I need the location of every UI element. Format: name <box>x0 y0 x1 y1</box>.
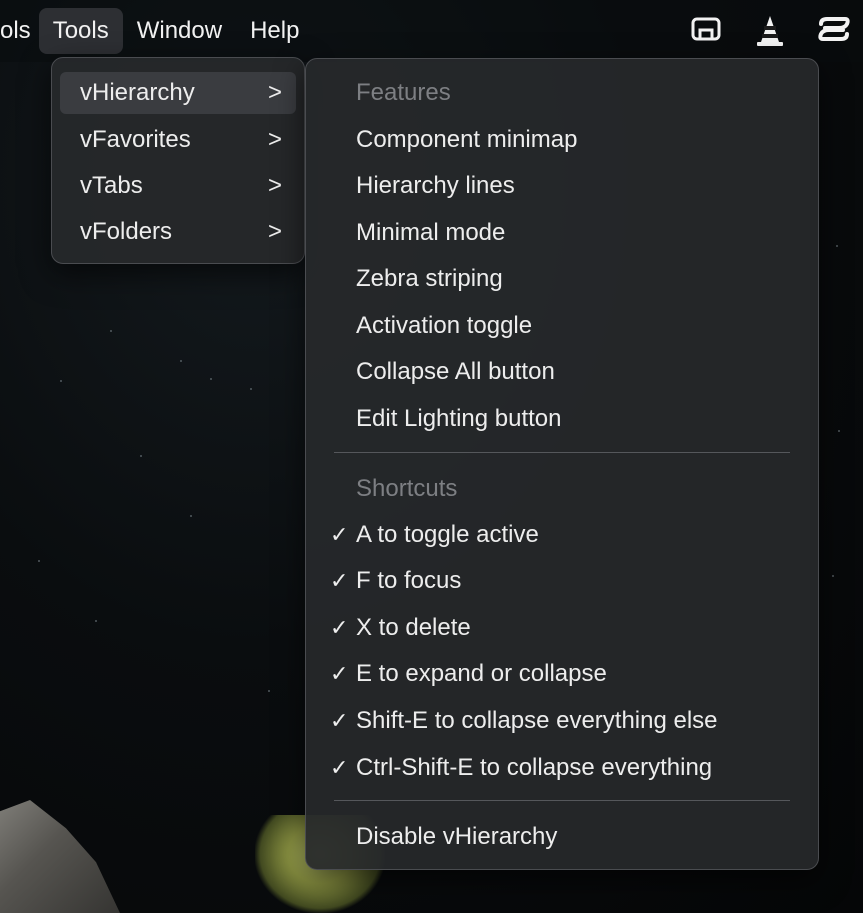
menu-tools[interactable]: Tools <box>38 8 123 54</box>
features-header: Features <box>356 79 451 106</box>
menu-item-label: vHierarchy <box>80 79 195 106</box>
tools-item-vtabs[interactable]: vTabs > <box>60 165 296 207</box>
feature-collapse-all-button[interactable]: Collapse All button <box>318 351 806 393</box>
shortcut-collapse-everything[interactable]: ✓ Ctrl-Shift-E to collapse everything <box>318 747 806 789</box>
shortcut-label: Ctrl-Shift-E to collapse everything <box>356 754 713 781</box>
checkmark-icon: ✓ <box>330 615 349 640</box>
shortcuts-header: Shortcuts <box>356 475 458 502</box>
shortcut-label: X to delete <box>356 614 471 641</box>
menu-separator <box>334 800 790 801</box>
menu-tools-clipped[interactable]: ols <box>0 8 39 54</box>
chevron-right-icon: > <box>267 79 282 106</box>
menu-help[interactable]: Help <box>236 8 313 54</box>
tools-dropdown: vHierarchy > vFavorites > vTabs > vFolde… <box>51 57 305 264</box>
shortcut-toggle-active[interactable]: ✓ A to toggle active <box>318 514 806 556</box>
checkmark-icon: ✓ <box>330 661 349 686</box>
menu-bar: ols Tools Window Help <box>0 0 863 62</box>
tools-item-vfolders[interactable]: vFolders > <box>60 211 296 253</box>
tools-item-vfavorites[interactable]: vFavorites > <box>60 119 296 161</box>
shortcut-label: F to focus <box>356 567 462 594</box>
menu-item-label: vFolders <box>80 218 173 245</box>
menu-item-label: vTabs <box>80 172 143 199</box>
shortcut-focus[interactable]: ✓ F to focus <box>318 560 806 602</box>
shortcut-expand-collapse[interactable]: ✓ E to expand or collapse <box>318 653 806 695</box>
shortcut-label: E to expand or collapse <box>356 660 607 687</box>
feature-minimal-mode[interactable]: Minimal mode <box>318 212 806 254</box>
checkmark-icon: ✓ <box>330 755 349 780</box>
menu-item-label: vFavorites <box>80 126 191 153</box>
feature-component-minimap[interactable]: Component minimap <box>318 119 806 161</box>
feature-hierarchy-lines[interactable]: Hierarchy lines <box>318 165 806 207</box>
shortcut-delete[interactable]: ✓ X to delete <box>318 607 806 649</box>
feature-edit-lighting-button[interactable]: Edit Lighting button <box>318 398 806 440</box>
chevron-right-icon: > <box>267 218 282 245</box>
display-mirror-icon[interactable] <box>689 14 723 48</box>
checkmark-icon: ✓ <box>330 522 349 547</box>
chevron-right-icon: > <box>267 172 282 199</box>
menu-separator <box>334 452 790 453</box>
chevron-right-icon: > <box>267 126 282 153</box>
shortcut-collapse-everything-else[interactable]: ✓ Shift-E to collapse everything else <box>318 700 806 742</box>
checkmark-icon: ✓ <box>330 568 349 593</box>
feature-zebra-striping[interactable]: Zebra striping <box>318 258 806 300</box>
rock-decoration <box>0 800 120 913</box>
checkmark-icon: ✓ <box>330 708 349 733</box>
disable-vhierarchy[interactable]: Disable vHierarchy <box>318 816 806 858</box>
tools-item-vhierarchy[interactable]: vHierarchy > <box>60 72 296 114</box>
shortcut-label: A to toggle active <box>356 521 539 548</box>
menu-window[interactable]: Window <box>123 8 236 54</box>
feature-activation-toggle[interactable]: Activation toggle <box>318 305 806 347</box>
vhierarchy-submenu: Features Component minimap Hierarchy lin… <box>305 58 819 870</box>
vlc-cone-icon[interactable] <box>753 14 787 48</box>
shortcut-label: Shift-E to collapse everything else <box>356 707 718 734</box>
script-editor-icon[interactable] <box>817 14 851 48</box>
